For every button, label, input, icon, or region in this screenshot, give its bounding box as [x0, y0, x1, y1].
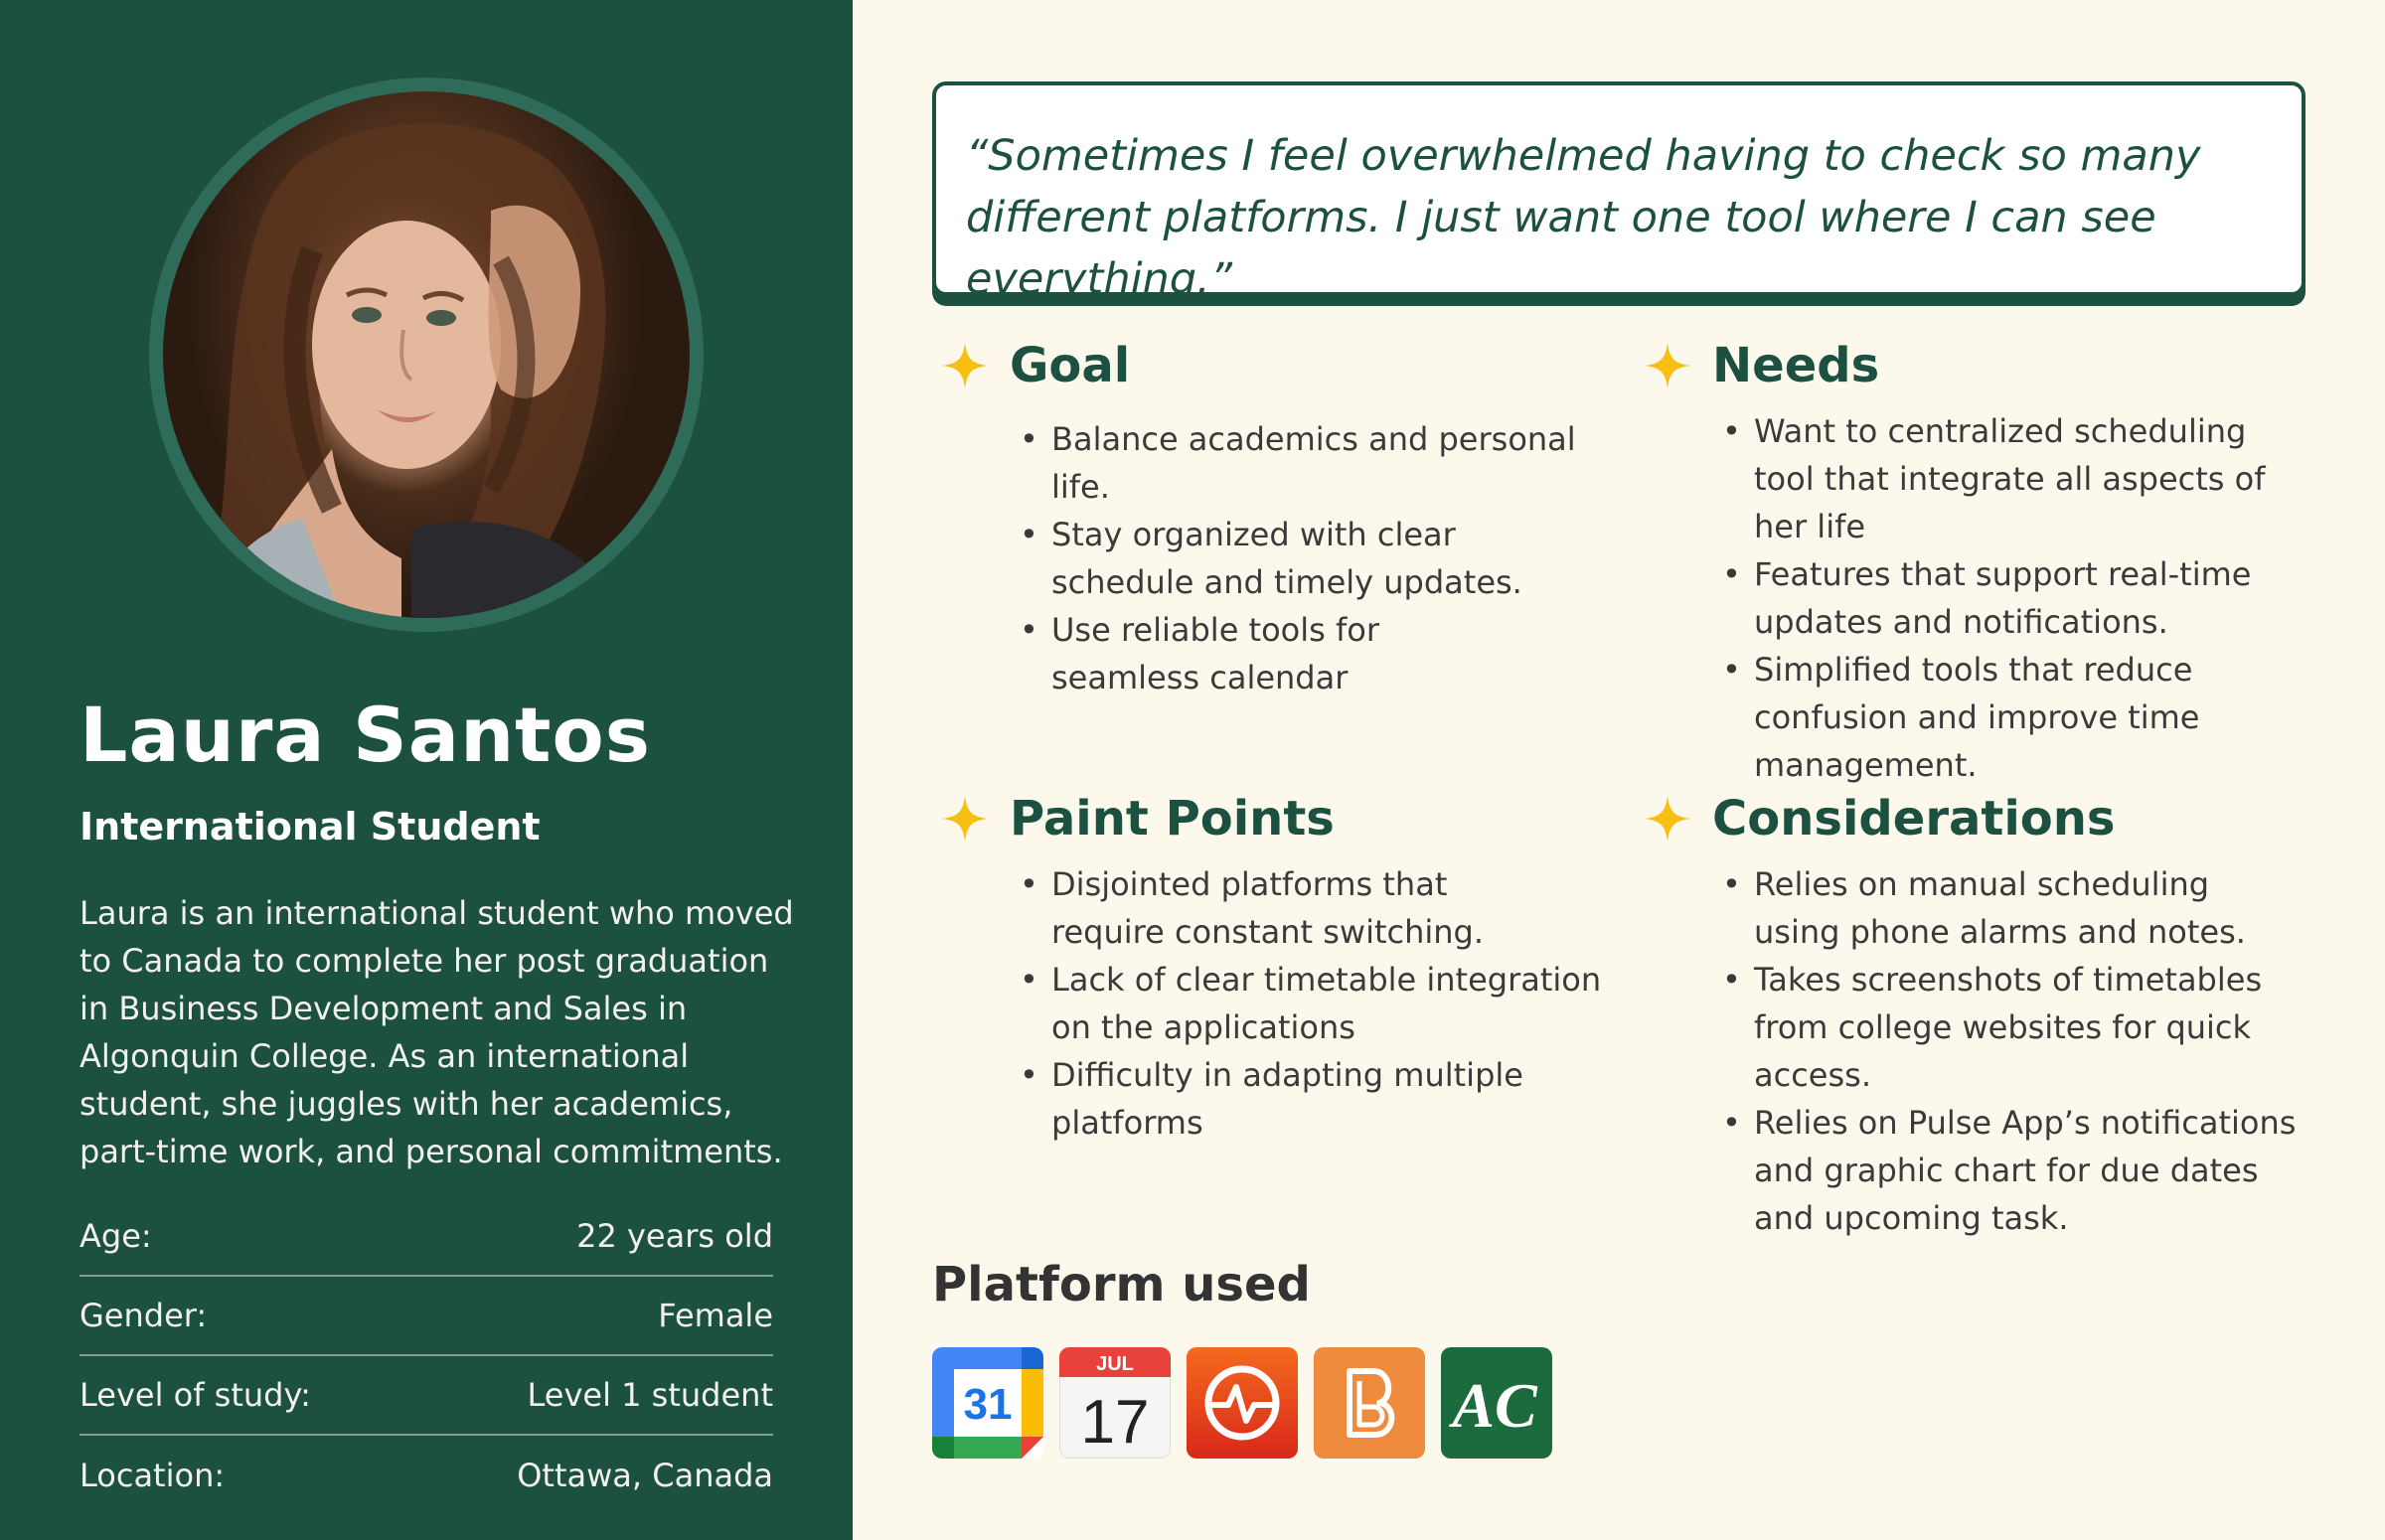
- persona-name: Laura Santos: [80, 691, 651, 779]
- sparkle-star-icon: [1645, 343, 1690, 388]
- sparkle-star-icon: [942, 343, 988, 388]
- considerations-list: Relies on manual scheduling using phone …: [1722, 860, 2318, 1242]
- persona-facts: Age: 22 years old Gender: Female Level o…: [80, 1197, 773, 1515]
- list-item: Features that support real-time updates …: [1722, 550, 2259, 646]
- brightspace-icon: [1314, 1347, 1425, 1459]
- platform-icons: 31 JUL 17 AC: [932, 1347, 1568, 1459]
- list-item: Stay organized with clear schedule and t…: [1020, 511, 1556, 606]
- list-item: Simplified tools that reduce confusion a…: [1722, 646, 2219, 789]
- platforms-title: Platform used: [932, 1257, 1311, 1312]
- fact-value: 22 years old: [576, 1217, 773, 1255]
- goal-section: Goal Balance academics and personal life…: [940, 336, 1616, 701]
- calendar-day: 17: [1081, 1388, 1150, 1457]
- fact-row-gender: Gender: Female: [80, 1277, 773, 1356]
- section-header: Paint Points: [940, 789, 1616, 848]
- fact-label: Age:: [80, 1217, 152, 1255]
- google-calendar-icon: 31: [932, 1347, 1043, 1459]
- goal-title: Goal: [1010, 338, 1131, 393]
- section-header: Needs: [1643, 336, 2318, 395]
- list-item: Disjointed platforms that require consta…: [1020, 860, 1536, 956]
- persona-role: International Student: [80, 805, 541, 848]
- calendar-month: JUL: [1096, 1353, 1134, 1375]
- quote-text: “Sometimes I feel overwhelmed having to …: [966, 131, 2201, 304]
- list-item: Relies on Pulse App’s notifications and …: [1722, 1099, 2299, 1242]
- section-header: Considerations: [1643, 789, 2318, 848]
- algonquin-logo-text: AC: [1448, 1370, 1538, 1441]
- needs-title: Needs: [1712, 338, 1880, 393]
- fact-label: Level of study:: [80, 1376, 311, 1414]
- pulse-app-icon: [1187, 1347, 1298, 1459]
- pain-points-list: Disjointed platforms that require consta…: [1020, 860, 1616, 1147]
- considerations-section: Considerations Relies on manual scheduli…: [1643, 789, 2318, 1242]
- fact-label: Gender:: [80, 1297, 208, 1334]
- list-item: Difficulty in adapting multiple platform…: [1020, 1051, 1536, 1147]
- list-item: Want to centralized scheduling tool that…: [1722, 407, 2299, 550]
- needs-list: Want to centralized scheduling tool that…: [1722, 407, 2318, 789]
- google-calendar-date: 31: [964, 1380, 1013, 1429]
- quote-box: “Sometimes I feel overwhelmed having to …: [932, 81, 2306, 304]
- profile-panel: Laura Santos International Student Laura…: [0, 0, 853, 1540]
- pain-points-section: Paint Points Disjointed platforms that r…: [940, 789, 1616, 1147]
- persona-bio: Laura is an international student who mo…: [80, 894, 794, 1170]
- list-item: Use reliable tools for seamless calendar: [1020, 606, 1536, 701]
- goal-list: Balance academics and personal life. Sta…: [1020, 415, 1616, 701]
- fact-row-level: Level of study: Level 1 student: [80, 1356, 773, 1436]
- list-item: Takes screenshots of timetables from col…: [1722, 956, 2318, 1099]
- pain-points-title: Paint Points: [1010, 791, 1335, 847]
- sparkle-star-icon: [942, 796, 988, 842]
- list-item: Lack of clear timetable integration on t…: [1020, 956, 1616, 1051]
- apple-calendar-icon: JUL 17: [1059, 1347, 1171, 1459]
- fact-label: Location:: [80, 1457, 226, 1494]
- fact-value: Level 1 student: [527, 1376, 774, 1414]
- considerations-title: Considerations: [1712, 791, 2116, 847]
- needs-section: Needs Want to centralized scheduling too…: [1643, 336, 2318, 789]
- sparkle-star-icon: [1645, 796, 1690, 842]
- fact-row-age: Age: 22 years old: [80, 1197, 773, 1277]
- fact-value: Female: [658, 1297, 773, 1334]
- algonquin-college-icon: AC: [1441, 1347, 1552, 1459]
- fact-row-location: Location: Ottawa, Canada: [80, 1436, 773, 1515]
- avatar: [163, 91, 690, 618]
- fact-value: Ottawa, Canada: [517, 1457, 773, 1494]
- list-item: Balance academics and personal life.: [1020, 415, 1616, 511]
- section-header: Goal: [940, 336, 1616, 395]
- list-item: Relies on manual scheduling using phone …: [1722, 860, 2279, 956]
